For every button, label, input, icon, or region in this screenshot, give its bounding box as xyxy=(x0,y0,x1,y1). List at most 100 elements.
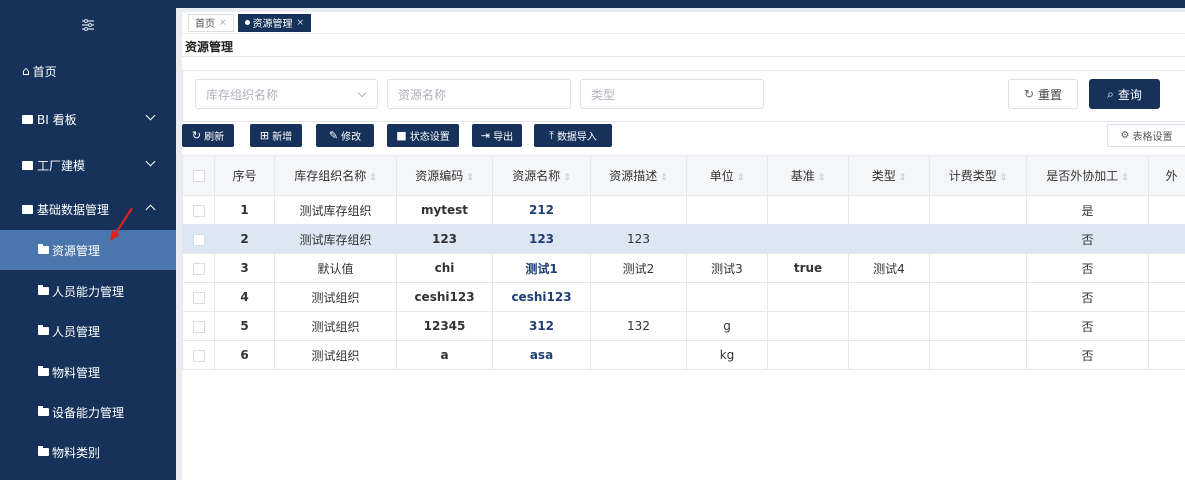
table-cell xyxy=(767,195,849,225)
sidebar-subitem-staff[interactable]: 人员管理 xyxy=(0,311,176,351)
table-cell: 312 xyxy=(492,311,591,341)
table-cell xyxy=(590,282,687,312)
chevron-down-icon xyxy=(357,88,367,98)
row-checkbox[interactable] xyxy=(182,311,215,341)
table-cell xyxy=(590,195,687,225)
red-arrow-annotation xyxy=(110,207,133,241)
tab-home[interactable]: 首页 × xyxy=(188,13,234,32)
table-cell: 默认值 xyxy=(274,253,397,283)
tab-label: 资源管理 xyxy=(252,19,293,30)
column-header[interactable]: 资源描述 ⇕ xyxy=(590,155,687,196)
table-cell: 6 xyxy=(214,340,275,370)
status-button-label: 状态设置 xyxy=(409,132,450,143)
resource-table: 序号 库存组织名称 ⇕ 资源编码 ⇕ 资源名称 ⇕ 资源描述 ⇕ 单位 ⇕ 基准 ⇕ 类型 ⇕… xyxy=(182,155,1185,370)
column-header[interactable]: 基准 ⇕ xyxy=(767,155,849,196)
sidebar: ⌂ 首页 BI 看板 工厂建模 基础数据管理 资源管理 人员能力管理 人员管理 … xyxy=(0,0,176,480)
chevron-up-icon xyxy=(145,204,156,215)
sort-icon: ⇕ xyxy=(736,173,745,183)
table-row[interactable]: 3 默认值 chi 测试1 测试2 测试3 true 测试4 否 xyxy=(182,253,1185,283)
sidebar-subitem-resource[interactable]: 资源管理 xyxy=(0,230,176,270)
column-header[interactable]: 单位 ⇕ xyxy=(686,155,768,196)
sort-icon: ⇕ xyxy=(817,173,826,183)
row-checkbox[interactable] xyxy=(182,195,215,225)
column-header[interactable]: 库存组织名称 ⇕ xyxy=(274,155,397,196)
table-cell: g xyxy=(686,311,768,341)
table-cell xyxy=(848,311,930,341)
sort-icon: ⇕ xyxy=(1121,173,1129,183)
refresh-button-label: 刷新 xyxy=(204,132,225,143)
table-cell: 测试3 xyxy=(686,253,768,283)
import-button[interactable]: ⤒ 数据导入 xyxy=(534,124,612,147)
table-cell xyxy=(590,340,687,370)
column-header[interactable]: 资源名称 ⇕ xyxy=(492,155,591,196)
table-row[interactable]: 6 测试组织 a asa kg 否 xyxy=(182,340,1185,370)
folder-icon: ■ xyxy=(396,129,407,142)
status-settings-button[interactable]: ■ 状态设置 xyxy=(387,124,459,147)
select-all-checkbox[interactable] xyxy=(182,155,215,196)
table-row[interactable]: 1 测试库存组织 mytest 212 是 xyxy=(182,195,1185,225)
table-cell xyxy=(848,282,930,312)
table-cell: 4 xyxy=(214,282,275,312)
row-checkbox[interactable] xyxy=(182,282,215,312)
close-icon[interactable]: × xyxy=(219,18,227,28)
sidebar-item-factory[interactable]: 工厂建模 xyxy=(0,146,176,184)
column-header[interactable]: 类型 ⇕ xyxy=(848,155,930,196)
org-select[interactable]: 库存组织名称 xyxy=(195,79,378,109)
import-button-label: 数据导入 xyxy=(556,132,597,143)
table-cell xyxy=(767,340,849,370)
table-settings-button[interactable]: ⚙ 表格设置 xyxy=(1107,124,1185,147)
menu-toggle-icon[interactable] xyxy=(0,0,176,50)
refresh-button[interactable]: ↻ 刷新 xyxy=(182,124,234,147)
table-cell xyxy=(767,224,849,254)
column-header[interactable]: 计费类型 ⇕ xyxy=(929,155,1027,196)
row-checkbox[interactable] xyxy=(182,224,215,254)
table-cell xyxy=(767,282,849,312)
table-row[interactable]: 5 测试组织 12345 312 132 g 否 xyxy=(182,311,1185,341)
table-cell xyxy=(1148,282,1185,312)
export-button-label: 导出 xyxy=(493,132,514,143)
sort-icon: ⇕ xyxy=(898,173,907,183)
table-cell: mytest xyxy=(396,195,493,225)
table-cell: 测试1 xyxy=(492,253,591,283)
folder-icon xyxy=(38,366,49,376)
sidebar-subitem-material[interactable]: 物料管理 xyxy=(0,352,176,392)
folder-icon xyxy=(38,244,49,254)
sidebar-item-bi[interactable]: BI 看板 xyxy=(0,100,176,138)
column-header[interactable]: 资源编码 ⇕ xyxy=(396,155,493,196)
edit-button[interactable]: ✎ 修改 xyxy=(316,124,374,147)
table-row[interactable]: 2 测试库存组织 123 123 123 否 xyxy=(182,224,1185,254)
row-checkbox[interactable] xyxy=(182,340,215,370)
table-cell: 否 xyxy=(1026,282,1149,312)
query-button-label: 查询 xyxy=(1117,87,1142,102)
sidebar-subitem-material-category[interactable]: 物料类别 xyxy=(0,432,176,472)
upload-icon: ⤒ xyxy=(549,128,554,142)
sidebar-item-home[interactable]: ⌂ 首页 xyxy=(0,52,176,90)
table-cell: asa xyxy=(492,340,591,370)
chevron-down-icon xyxy=(145,110,156,121)
table-row[interactable]: 4 测试组织 ceshi123 ceshi123 否 xyxy=(182,282,1185,312)
row-checkbox[interactable] xyxy=(182,253,215,283)
sidebar-subitem-equipment[interactable]: 设备能力管理 xyxy=(0,392,176,432)
plus-square-icon: ⊞ xyxy=(259,129,270,142)
table-cell: chi xyxy=(396,253,493,283)
type-input[interactable]: 类型 xyxy=(580,79,764,109)
table-cell: 否 xyxy=(1026,340,1149,370)
reset-button[interactable]: ↻ 重置 xyxy=(1008,79,1078,109)
active-dot-icon xyxy=(244,20,250,25)
tab-resource[interactable]: 资源管理 × xyxy=(237,13,312,32)
table-cell: 测试库存组织 xyxy=(274,224,397,254)
table-cell: 测试库存组织 xyxy=(274,195,397,225)
column-header[interactable]: 是否外协加工 ⇕ xyxy=(1026,155,1149,196)
sidebar-item-label: 首页 xyxy=(32,64,57,79)
add-button[interactable]: ⊞ 新增 xyxy=(250,124,302,147)
query-button[interactable]: ⌕ 查询 xyxy=(1089,79,1160,109)
sidebar-item-basic-data[interactable]: 基础数据管理 xyxy=(0,190,176,228)
close-icon[interactable]: × xyxy=(297,18,305,28)
sidebar-item-label: 人员能力管理 xyxy=(52,284,125,299)
export-button[interactable]: ⇥ 导出 xyxy=(472,124,522,147)
resource-name-input[interactable]: 资源名称 xyxy=(387,79,571,109)
sidebar-item-label: 资源管理 xyxy=(52,243,101,258)
table-cell: 测试组织 xyxy=(274,282,397,312)
sidebar-item-label: 工厂建模 xyxy=(37,158,86,173)
sidebar-subitem-staff-ability[interactable]: 人员能力管理 xyxy=(0,271,176,311)
